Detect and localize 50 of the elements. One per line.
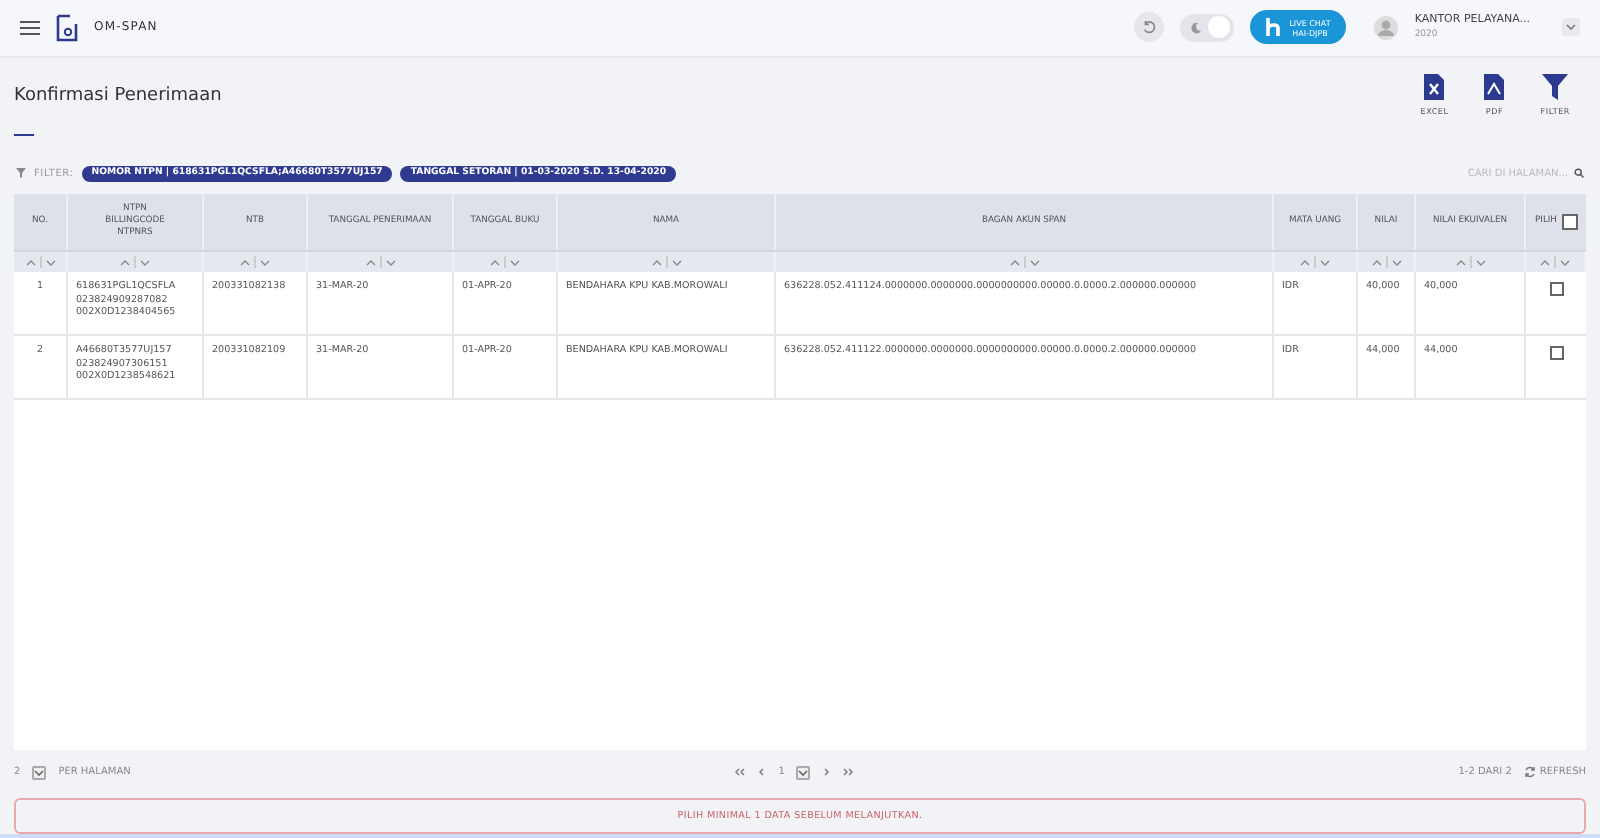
sort-up-icon[interactable]: [1371, 259, 1381, 266]
row-checkbox[interactable]: [1549, 282, 1563, 297]
sort-down-icon[interactable]: [45, 259, 55, 266]
last-page-icon[interactable]: [842, 768, 855, 777]
next-page-icon[interactable]: [822, 768, 831, 777]
chevron-down-icon: [34, 769, 45, 776]
sort-down-icon[interactable]: [1320, 259, 1330, 266]
excel-file-icon: [1424, 73, 1445, 100]
refresh-icon: [1523, 766, 1536, 779]
search-icon: [1574, 168, 1584, 179]
sort-up-icon[interactable]: [1455, 259, 1465, 266]
sort-up-icon[interactable]: [490, 259, 500, 266]
sort-up-icon[interactable]: [120, 259, 130, 266]
undo-button[interactable]: [1133, 12, 1164, 43]
row-checkbox[interactable]: [1549, 346, 1563, 361]
previous-page-icon[interactable]: [758, 768, 767, 777]
filter-icon: [16, 168, 26, 179]
logo-icon: [56, 13, 78, 42]
chevron-down-icon: [798, 769, 809, 776]
sort-up-icon[interactable]: [1300, 259, 1310, 266]
sort-down-icon[interactable]: [1029, 259, 1039, 266]
sort-down-icon[interactable]: [1475, 259, 1485, 266]
sort-down-icon[interactable]: [671, 259, 681, 266]
sort-down-icon[interactable]: [1391, 259, 1401, 266]
sort-up-icon[interactable]: [1009, 259, 1019, 266]
user-menu-button[interactable]: [1562, 18, 1580, 37]
moon-icon: [1189, 21, 1202, 34]
h-icon: [1265, 18, 1280, 37]
sort-down-icon[interactable]: [1560, 259, 1570, 266]
sort-up-icon[interactable]: [365, 259, 375, 266]
sort-down-icon[interactable]: [385, 259, 395, 266]
page-title: Konfirmasi Penerimaan: [14, 85, 222, 106]
sort-up-icon[interactable]: [651, 259, 661, 266]
page-dropdown[interactable]: [796, 765, 811, 780]
undo-icon: [1141, 20, 1156, 35]
sort-down-icon[interactable]: [140, 259, 150, 266]
filter-icon: [1542, 73, 1569, 100]
sort-up-icon[interactable]: [1540, 259, 1550, 266]
pdf-file-icon: [1484, 73, 1505, 100]
chevron-down-icon: [1566, 24, 1576, 31]
sort-down-icon[interactable]: [260, 259, 270, 266]
dark-mode-toggle[interactable]: [1179, 13, 1234, 42]
per-page-dropdown[interactable]: [32, 765, 47, 780]
sort-up-icon[interactable]: [25, 259, 35, 266]
avatar-icon: [1374, 15, 1399, 40]
first-page-icon[interactable]: [734, 768, 747, 777]
sort-up-icon[interactable]: [240, 259, 250, 266]
menu-icon[interactable]: [20, 19, 40, 36]
sort-down-icon[interactable]: [510, 259, 520, 266]
select-all-checkbox[interactable]: [1561, 214, 1577, 231]
